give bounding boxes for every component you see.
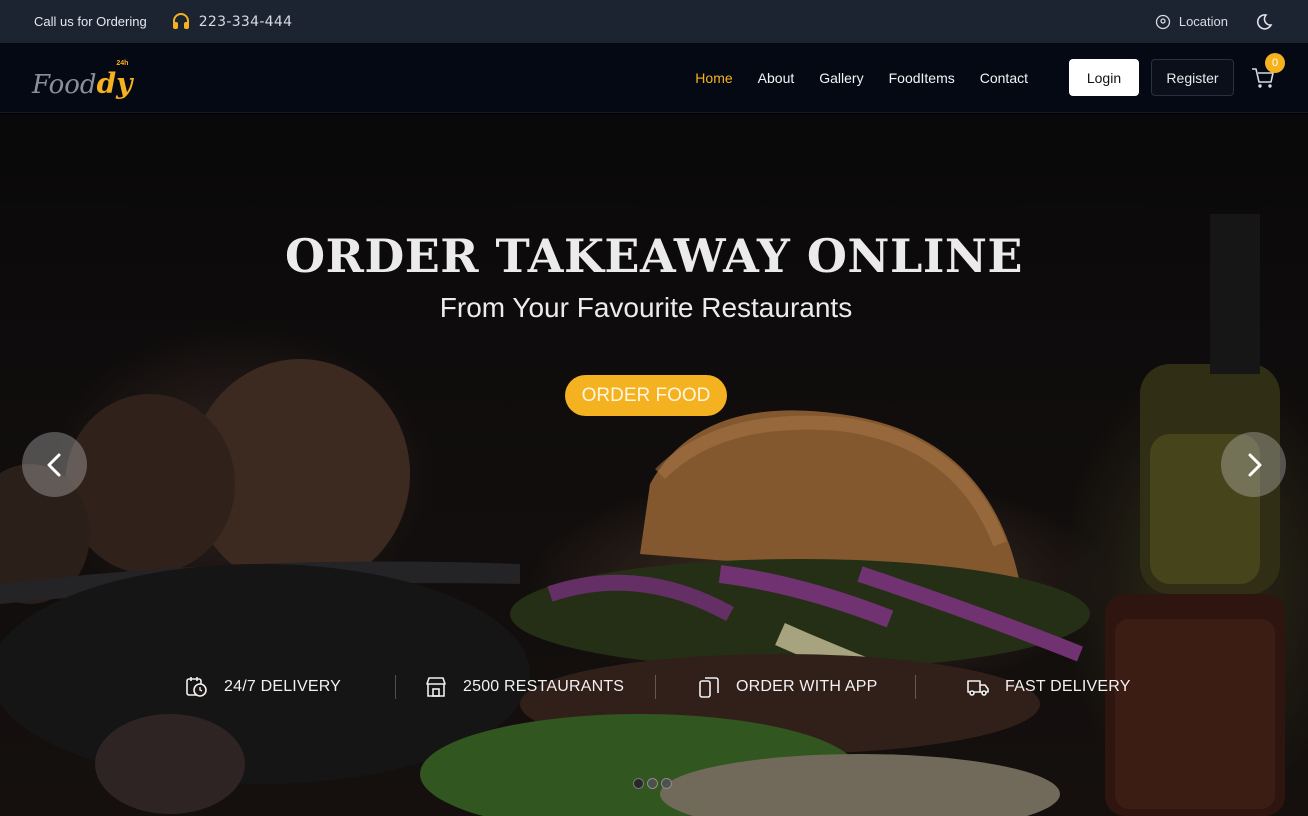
truck-icon [967, 680, 989, 696]
nav-link-contact[interactable]: Contact [980, 70, 1028, 86]
hero-subtitle: From Your Favourite Restaurants [439, 292, 853, 323]
hero-title: ORDER TAKEAWAY ONLINE [285, 229, 1023, 283]
carousel-next-button[interactable] [1221, 432, 1286, 497]
feature-strip: 24/7 DELIVERY 2500 RESTAURANTS ORDER WIT… [185, 674, 1145, 700]
nav-link-fooditems[interactable]: FoodItems [889, 70, 955, 86]
feature-item: 24/7 DELIVERY [185, 675, 341, 699]
call-us-text: Call us for Ordering [34, 14, 147, 29]
nav-link-gallery[interactable]: Gallery [819, 70, 863, 86]
logo-text: Food [32, 69, 97, 100]
nav-links: Home About Gallery FoodItems Contact [670, 70, 1028, 86]
carousel-prev-button[interactable] [22, 432, 87, 497]
carousel-indicators [633, 778, 675, 789]
feature-label: FAST DELIVERY [1005, 678, 1131, 695]
feature-item: ORDER WITH APP [697, 675, 877, 699]
calendar-clock-icon [186, 677, 207, 697]
feature-label: 24/7 DELIVERY [224, 678, 342, 695]
chevron-left-icon [47, 453, 60, 476]
carousel-dot[interactable] [633, 778, 644, 789]
moon-icon [1256, 13, 1273, 30]
feature-divider [395, 675, 396, 699]
location-link[interactable]: Location [1155, 14, 1228, 30]
feature-item: 2500 RESTAURANTS [424, 675, 624, 699]
logo-accent-text: dy [96, 66, 133, 100]
phone-number: 223-334-444 [198, 13, 293, 30]
logo-24h-text: 24h [116, 59, 129, 67]
phone-contact[interactable]: 223-334-444 [171, 12, 293, 31]
feature-label: 2500 RESTAURANTS [463, 678, 625, 695]
cart-button[interactable]: 0 [1250, 52, 1285, 91]
main-navbar: Food dy 24h Home About Gallery FoodItems… [0, 43, 1308, 113]
location-pin-icon [1155, 14, 1170, 29]
login-button[interactable]: Login [1069, 59, 1139, 96]
feature-label: ORDER WITH APP [736, 678, 878, 695]
feature-item: FAST DELIVERY [966, 675, 1131, 699]
nav-link-home[interactable]: Home [695, 70, 732, 86]
store-icon [426, 677, 446, 697]
feature-divider [655, 675, 656, 699]
order-food-button[interactable]: ORDER FOOD [565, 375, 727, 416]
carousel-dot[interactable] [647, 778, 658, 789]
cart-count-badge: 0 [1265, 52, 1285, 73]
phone-app-icon [699, 677, 719, 698]
hero-overlay [0, 114, 1308, 816]
location-label: Location [1178, 14, 1228, 29]
top-info-bar: Call us for Ordering 223-334-444 Locatio… [0, 0, 1308, 43]
hero-carousel: ORDER TAKEAWAY ONLINE From Your Favourit… [0, 114, 1308, 816]
carousel-dot[interactable] [661, 778, 672, 789]
headset-icon [172, 12, 189, 29]
topbar-right: Location [1155, 12, 1274, 32]
dark-mode-toggle[interactable] [1254, 12, 1274, 32]
chevron-right-icon [1248, 453, 1261, 476]
register-button[interactable]: Register [1151, 59, 1234, 96]
nav-link-about[interactable]: About [758, 70, 795, 86]
brand-logo[interactable]: Food dy 24h [32, 56, 132, 100]
feature-divider [915, 675, 916, 699]
